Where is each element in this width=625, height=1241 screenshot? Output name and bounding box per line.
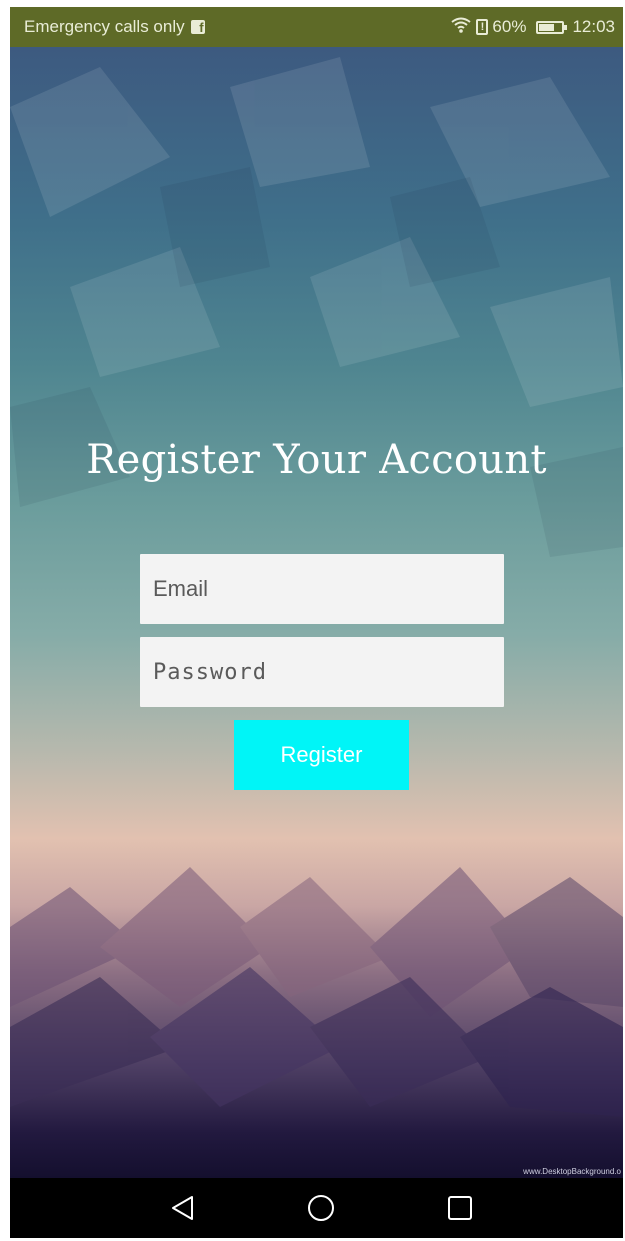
password-field[interactable]: [140, 637, 504, 707]
carrier-text: Emergency calls only: [24, 17, 185, 36]
clock: 12:03: [572, 17, 615, 36]
register-button[interactable]: Register: [234, 720, 409, 790]
battery-percent: 60%: [492, 17, 527, 36]
facebook-icon: f: [190, 20, 205, 34]
page-title: Register Your Account: [86, 437, 547, 483]
navigation-bar: [10, 1178, 623, 1238]
register-screen: Register Your Account Register www.Deskt…: [10, 47, 623, 1178]
email-field[interactable]: [140, 554, 504, 624]
alert-icon: !: [476, 19, 489, 35]
status-left: Emergency calls only f: [24, 17, 450, 37]
status-bar: Emergency calls only f ! 60% 12:03: [10, 7, 623, 47]
back-icon[interactable]: [166, 1191, 200, 1225]
battery-icon: [536, 20, 568, 34]
recents-icon[interactable]: [443, 1191, 477, 1225]
status-right: ! 60% 12:03: [450, 16, 615, 39]
wifi-icon: [450, 16, 472, 39]
home-icon[interactable]: [304, 1191, 338, 1225]
phone-screen: Emergency calls only f ! 60% 12:03 Regis…: [10, 7, 623, 1238]
watermark: www.DesktopBackground.o: [523, 1167, 621, 1176]
